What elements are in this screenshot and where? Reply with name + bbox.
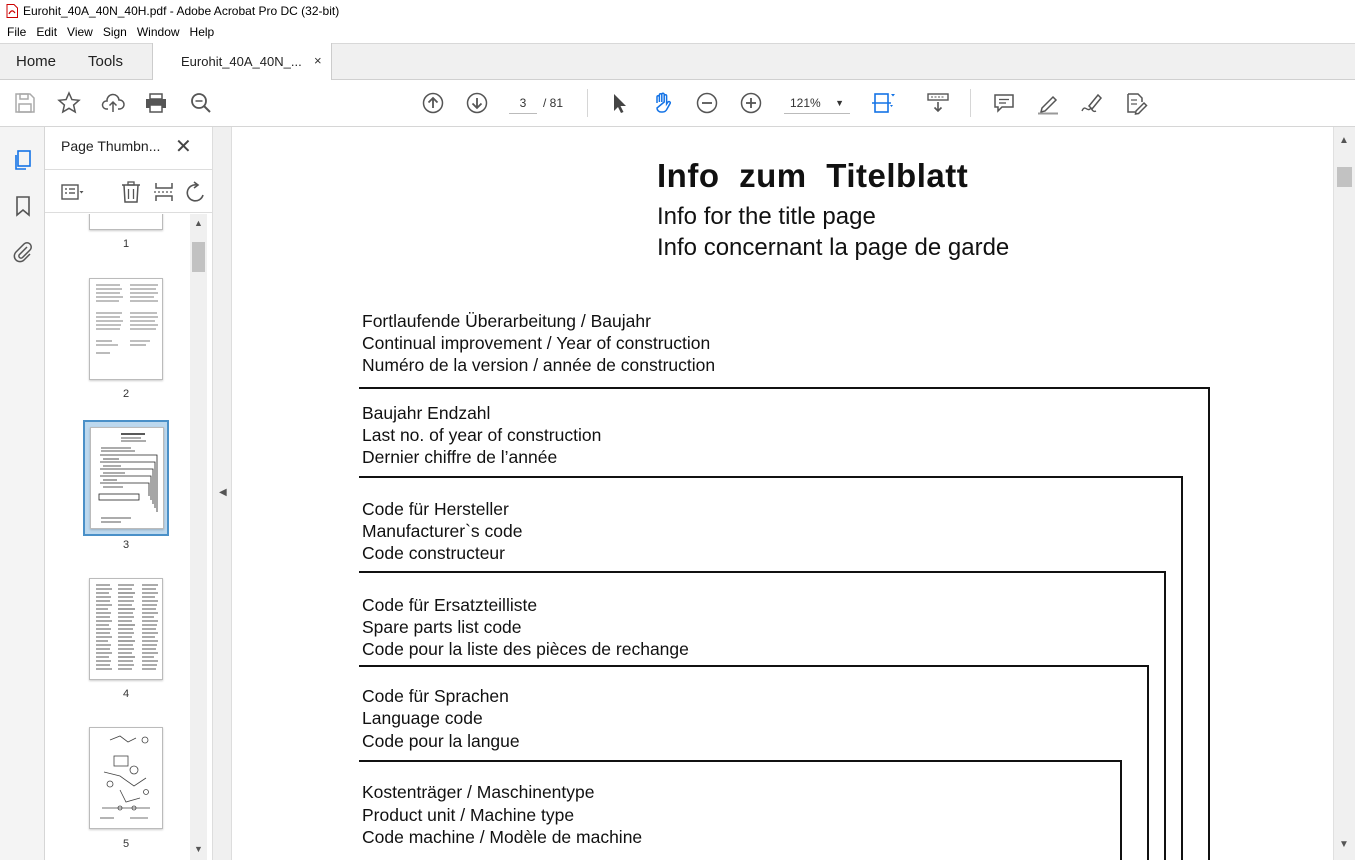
thumbnail-page-1[interactable] bbox=[89, 214, 163, 230]
edit-icon[interactable] bbox=[1124, 91, 1148, 115]
scroll-up-icon[interactable]: ▲ bbox=[1339, 135, 1349, 146]
page-up-icon[interactable] bbox=[421, 91, 445, 115]
tab-document[interactable]: Eurohit_40A_40N_... × bbox=[152, 43, 332, 80]
page-down-icon[interactable] bbox=[465, 91, 489, 115]
menu-sign[interactable]: Sign bbox=[98, 22, 132, 43]
select-arrow-icon[interactable] bbox=[607, 91, 631, 115]
document-scrollbar[interactable]: ▲ ▼ bbox=[1333, 127, 1355, 860]
document-view[interactable]: Info zum Titelblatt Info for the title p… bbox=[232, 127, 1333, 860]
scroll-up-icon[interactable]: ▲ bbox=[194, 218, 203, 228]
block-machine-en: Product unit / Machine type bbox=[362, 805, 575, 825]
rotate-icon[interactable] bbox=[183, 180, 207, 204]
sign-icon[interactable] bbox=[1080, 91, 1104, 115]
block-year-en: Last no. of year of construction bbox=[362, 425, 602, 445]
save-icon[interactable] bbox=[13, 91, 37, 115]
thumbnail-toolbar bbox=[45, 169, 212, 213]
menu-view[interactable]: View bbox=[62, 22, 98, 43]
pdf-page: Info zum Titelblatt Info for the title p… bbox=[232, 127, 1333, 860]
block-machine-fr: Code machine / Modèle de machine bbox=[362, 827, 643, 847]
block-year-de: Baujahr Endzahl bbox=[362, 403, 491, 423]
navigation-rail bbox=[0, 127, 45, 860]
menu-window[interactable]: Window bbox=[132, 22, 185, 43]
chevron-down-icon: ▼ bbox=[835, 98, 844, 108]
page-number-input[interactable]: 3 bbox=[509, 92, 537, 114]
options-menu-icon[interactable] bbox=[60, 180, 84, 204]
tab-tools[interactable]: Tools bbox=[88, 53, 123, 70]
thumbnail-number: 1 bbox=[122, 238, 130, 250]
menu-help[interactable]: Help bbox=[185, 22, 220, 43]
scroll-mode-icon[interactable] bbox=[926, 91, 950, 115]
trash-icon[interactable] bbox=[119, 180, 143, 204]
zoom-level-select[interactable]: 121% ▼ bbox=[784, 92, 850, 114]
zoom-out-icon[interactable] bbox=[695, 91, 719, 115]
block-spareparts-de: Code für Ersatzteilliste bbox=[362, 595, 538, 615]
scroll-down-icon[interactable]: ▼ bbox=[194, 844, 203, 854]
block-revision-en: Continual improvement / Year of construc… bbox=[362, 333, 711, 353]
bookmark-icon[interactable] bbox=[11, 194, 35, 218]
scrollbar-thumb[interactable] bbox=[192, 242, 205, 272]
fit-page-icon[interactable] bbox=[871, 91, 895, 115]
window-title: Eurohit_40A_40N_40H.pdf - Adobe Acrobat … bbox=[23, 4, 340, 18]
thumbnail-page-2[interactable] bbox=[89, 278, 163, 380]
thumbnail-page-4[interactable] bbox=[89, 578, 163, 680]
highlight-icon[interactable] bbox=[1036, 91, 1060, 115]
zoom-level-value: 121% bbox=[790, 96, 821, 110]
close-icon[interactable]: ✕ bbox=[175, 134, 192, 159]
block-language-fr: Code pour la langue bbox=[362, 731, 520, 751]
main-toolbar: 3 / 81 121% ▼ bbox=[0, 80, 1355, 127]
tab-strip: Home Tools Eurohit_40A_40N_... × bbox=[0, 43, 1355, 80]
attachment-icon[interactable] bbox=[11, 240, 35, 264]
thumbnail-number: 3 bbox=[122, 539, 130, 551]
tab-close-icon[interactable]: × bbox=[314, 53, 322, 68]
panel-title: Page Thumbn... bbox=[61, 138, 161, 154]
thumbnail-number: 2 bbox=[122, 388, 130, 400]
block-language-en: Language code bbox=[362, 708, 483, 728]
hand-icon[interactable] bbox=[651, 91, 675, 115]
thumbnail-page-3[interactable] bbox=[90, 427, 164, 529]
insert-page-icon[interactable] bbox=[152, 180, 176, 204]
thumbnail-page-5[interactable] bbox=[89, 727, 163, 829]
block-spareparts-fr: Code pour la liste des pièces de rechang… bbox=[362, 639, 689, 659]
thumbnails-panel: Page Thumbn... ✕ 1 2 3 4 5 ▲ ▼ bbox=[45, 127, 212, 860]
scrollbar-thumb[interactable] bbox=[1337, 167, 1352, 187]
block-manufacturer-en: Manufacturer`s code bbox=[362, 521, 523, 541]
block-machine-de: Kostenträger / Maschinentype bbox=[362, 782, 595, 802]
block-manufacturer-fr: Code constructeur bbox=[362, 543, 505, 563]
menu-file[interactable]: File bbox=[2, 22, 31, 43]
tab-home[interactable]: Home bbox=[16, 53, 56, 70]
title-bar: Eurohit_40A_40N_40H.pdf - Adobe Acrobat … bbox=[0, 0, 1355, 22]
page-thumbnails-icon[interactable] bbox=[11, 148, 35, 172]
block-manufacturer-de: Code für Hersteller bbox=[362, 499, 509, 519]
tab-document-label: Eurohit_40A_40N_... bbox=[181, 54, 302, 69]
toolbar-separator bbox=[970, 89, 971, 117]
thumbnail-scrollbar[interactable]: ▲ ▼ bbox=[190, 214, 207, 860]
block-revision-fr: Numéro de la version / année de construc… bbox=[362, 355, 716, 375]
panel-collapse-bar[interactable]: ◀ bbox=[212, 127, 232, 860]
zoom-in-icon[interactable] bbox=[739, 91, 763, 115]
page-total: / 81 bbox=[543, 96, 564, 110]
scroll-down-icon[interactable]: ▼ bbox=[1339, 839, 1349, 850]
menu-edit[interactable]: Edit bbox=[31, 22, 62, 43]
menu-bar: File Edit View Sign Window Help bbox=[0, 22, 1355, 43]
search-zoom-icon[interactable] bbox=[189, 91, 213, 115]
block-spareparts-en: Spare parts list code bbox=[362, 617, 522, 637]
thumbnail-list: 1 2 3 4 5 ▲ ▼ bbox=[45, 214, 212, 860]
block-revision-de: Fortlaufende Überarbeitung / Baujahr bbox=[362, 311, 651, 331]
print-icon[interactable] bbox=[144, 91, 168, 115]
block-language-de: Code für Sprachen bbox=[362, 686, 509, 706]
thumbnail-number: 4 bbox=[122, 688, 130, 700]
upload-icon[interactable] bbox=[101, 91, 125, 115]
collapse-left-icon[interactable]: ◀ bbox=[219, 487, 227, 498]
acrobat-window: Eurohit_40A_40N_40H.pdf - Adobe Acrobat … bbox=[0, 0, 1355, 860]
thumbnail-number: 5 bbox=[122, 838, 130, 850]
toolbar-separator bbox=[587, 89, 588, 117]
comment-icon[interactable] bbox=[992, 91, 1016, 115]
block-year-fr: Dernier chiffre de l’année bbox=[362, 447, 558, 467]
star-icon[interactable] bbox=[57, 91, 81, 115]
pdf-file-icon bbox=[6, 4, 18, 18]
